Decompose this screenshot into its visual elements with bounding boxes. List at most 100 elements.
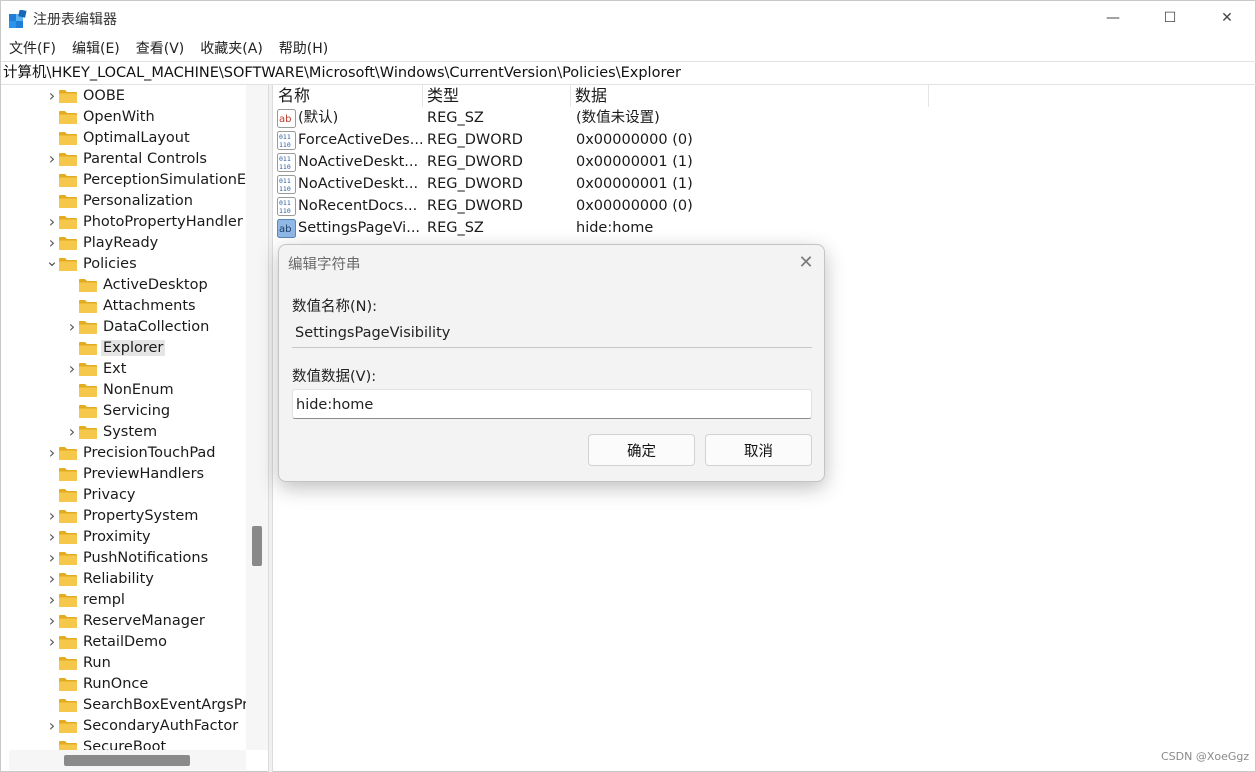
tree-item[interactable]: NonEnum [65, 379, 176, 400]
tree-item[interactable]: Run [45, 652, 113, 673]
chevron-right-icon[interactable]: › [45, 568, 59, 589]
tree-item[interactable]: ⌄ Policies [45, 250, 139, 274]
folder-icon [79, 299, 97, 313]
menu-help[interactable]: 帮助(H) [271, 37, 336, 61]
tree-item[interactable]: › OOBE [45, 85, 127, 106]
tree-item[interactable]: › rempl [45, 589, 127, 610]
folder-icon [59, 110, 77, 124]
tree-item[interactable]: RunOnce [45, 673, 150, 694]
tree-item[interactable]: › PushNotifications [45, 547, 210, 568]
value-name-field[interactable]: SettingsPageVisibility [292, 318, 812, 348]
tree-item[interactable]: SecureBoot [45, 736, 168, 750]
chevron-right-icon[interactable]: › [45, 526, 59, 547]
tree-item[interactable]: Personalization [45, 190, 195, 211]
pane-splitter[interactable] [268, 85, 273, 772]
value-type: REG_DWORD [427, 154, 523, 170]
svg-text:011: 011 [279, 177, 291, 185]
binary-value-icon: 011 110 [277, 153, 296, 172]
address-bar[interactable]: 计算机\HKEY_LOCAL_MACHINE\SOFTWARE\Microsof… [1, 61, 1256, 85]
chevron-right-icon[interactable]: › [45, 211, 59, 232]
tree-item[interactable]: › Parental Controls [45, 148, 209, 169]
tree-item[interactable]: › PrecisionTouchPad [45, 442, 218, 463]
tree-item-label: Run [83, 654, 111, 671]
column-header-data[interactable]: 数据 [571, 85, 929, 107]
tree-item-label: Servicing [103, 402, 171, 419]
tree-item-label: Personalization [83, 192, 193, 209]
chevron-right-icon[interactable]: › [45, 589, 59, 610]
tree-item[interactable]: Servicing [65, 400, 172, 421]
chevron-right-icon[interactable]: › [45, 505, 59, 526]
value-data-label: 数值数据(V): [292, 369, 377, 385]
tree-item-label: PreviewHandlers [83, 465, 205, 482]
value-data: hide:home [576, 220, 654, 236]
tree-item-label: SecondaryAuthFactor [83, 717, 239, 734]
menu-view[interactable]: 查看(V) [128, 37, 193, 61]
tree-item[interactable]: ActiveDesktop [65, 274, 210, 295]
value-row[interactable]: 011 110 NoActiveDeskt... REG_DWORD 0x0000000… [274, 152, 934, 173]
tree-item[interactable]: › Reliability [45, 568, 156, 589]
column-header-type[interactable]: 类型 [423, 85, 571, 107]
chevron-right-icon[interactable]: › [45, 631, 59, 652]
minimize-button[interactable]: — [1084, 1, 1142, 35]
chevron-right-icon[interactable]: › [45, 85, 59, 106]
chevron-right-icon[interactable]: › [45, 148, 59, 169]
chevron-right-icon[interactable]: › [65, 421, 79, 442]
tree-item[interactable]: › SecondaryAuthFactor [45, 715, 240, 736]
maximize-button[interactable]: ☐ [1141, 1, 1199, 35]
cancel-button[interactable]: 取消 [705, 434, 812, 466]
value-row[interactable]: ab (默认) REG_SZ (数值未设置) [274, 108, 934, 129]
folder-icon [59, 131, 77, 145]
tree-item[interactable]: › DataCollection [65, 316, 211, 337]
value-row[interactable]: 011 110 ForceActiveDes... REG_DWORD 0x000000… [274, 130, 934, 151]
value-row[interactable]: 011 110 NoActiveDeskt... REG_DWORD 0x0000000… [274, 174, 934, 195]
minimize-icon: — [1106, 10, 1120, 26]
chevron-right-icon[interactable]: › [65, 316, 79, 337]
tree-vertical-scroll-thumb[interactable] [252, 526, 262, 566]
tree-item[interactable]: PreviewHandlers [45, 463, 206, 484]
tree-horizontal-scroll-thumb[interactable] [64, 755, 190, 766]
tree-item[interactable]: › Proximity [45, 526, 153, 547]
tree-item[interactable]: › Ext [65, 358, 128, 379]
close-button[interactable]: ✕ [1198, 1, 1256, 35]
svg-text:011: 011 [279, 133, 291, 141]
chevron-right-icon[interactable]: › [45, 715, 59, 736]
column-header-name[interactable]: 名称 [274, 85, 423, 107]
svg-text:011: 011 [279, 199, 291, 207]
chevron-down-icon[interactable]: ⌄ [45, 250, 59, 271]
tree-item[interactable]: OptimalLayout [45, 127, 192, 148]
chevron-right-icon[interactable]: › [65, 358, 79, 379]
chevron-right-icon[interactable]: › [45, 442, 59, 463]
svg-text:110: 110 [279, 163, 291, 171]
value-data-input[interactable]: hide:home [292, 389, 812, 419]
folder-icon [59, 530, 77, 544]
title-bar[interactable]: 注册表编辑器 — ☐ ✕ [1, 1, 1256, 35]
tree-item[interactable]: › PropertySystem [45, 505, 200, 526]
tree-item[interactable]: › System [65, 421, 159, 442]
tree-item[interactable]: Attachments [65, 295, 198, 316]
folder-icon [59, 551, 77, 565]
svg-text:110: 110 [279, 207, 291, 215]
tree-vertical-scrollbar[interactable] [246, 85, 268, 750]
tree-item[interactable]: PerceptionSimulationE [45, 169, 246, 190]
tree-item[interactable]: › PlayReady [45, 232, 160, 253]
tree-item[interactable]: › PhotoPropertyHandler [45, 211, 245, 232]
tree-item[interactable]: › ReserveManager [45, 610, 207, 631]
tree-item[interactable]: › RetailDemo [45, 631, 169, 652]
folder-icon [59, 236, 77, 250]
ok-button[interactable]: 确定 [588, 434, 695, 466]
chevron-right-icon[interactable]: › [45, 547, 59, 568]
value-row[interactable]: ab SettingsPageVi... REG_SZ hide:home [274, 218, 934, 239]
tree-item[interactable]: Explorer [65, 337, 166, 358]
dialog-close-button[interactable]: ✕ [793, 249, 819, 275]
tree-item[interactable]: SearchBoxEventArgsPr [45, 694, 246, 715]
value-row[interactable]: 011 110 NoRecentDocs... REG_DWORD 0x00000000… [274, 196, 934, 217]
chevron-right-icon[interactable]: › [45, 610, 59, 631]
tree-item-label: OpenWith [83, 108, 155, 125]
menu-file[interactable]: 文件(F) [1, 37, 64, 61]
tree-item[interactable]: OpenWith [45, 106, 157, 127]
menu-edit[interactable]: 编辑(E) [64, 37, 128, 61]
tree-item[interactable]: Privacy [45, 484, 138, 505]
menu-favorites[interactable]: 收藏夹(A) [192, 37, 271, 61]
